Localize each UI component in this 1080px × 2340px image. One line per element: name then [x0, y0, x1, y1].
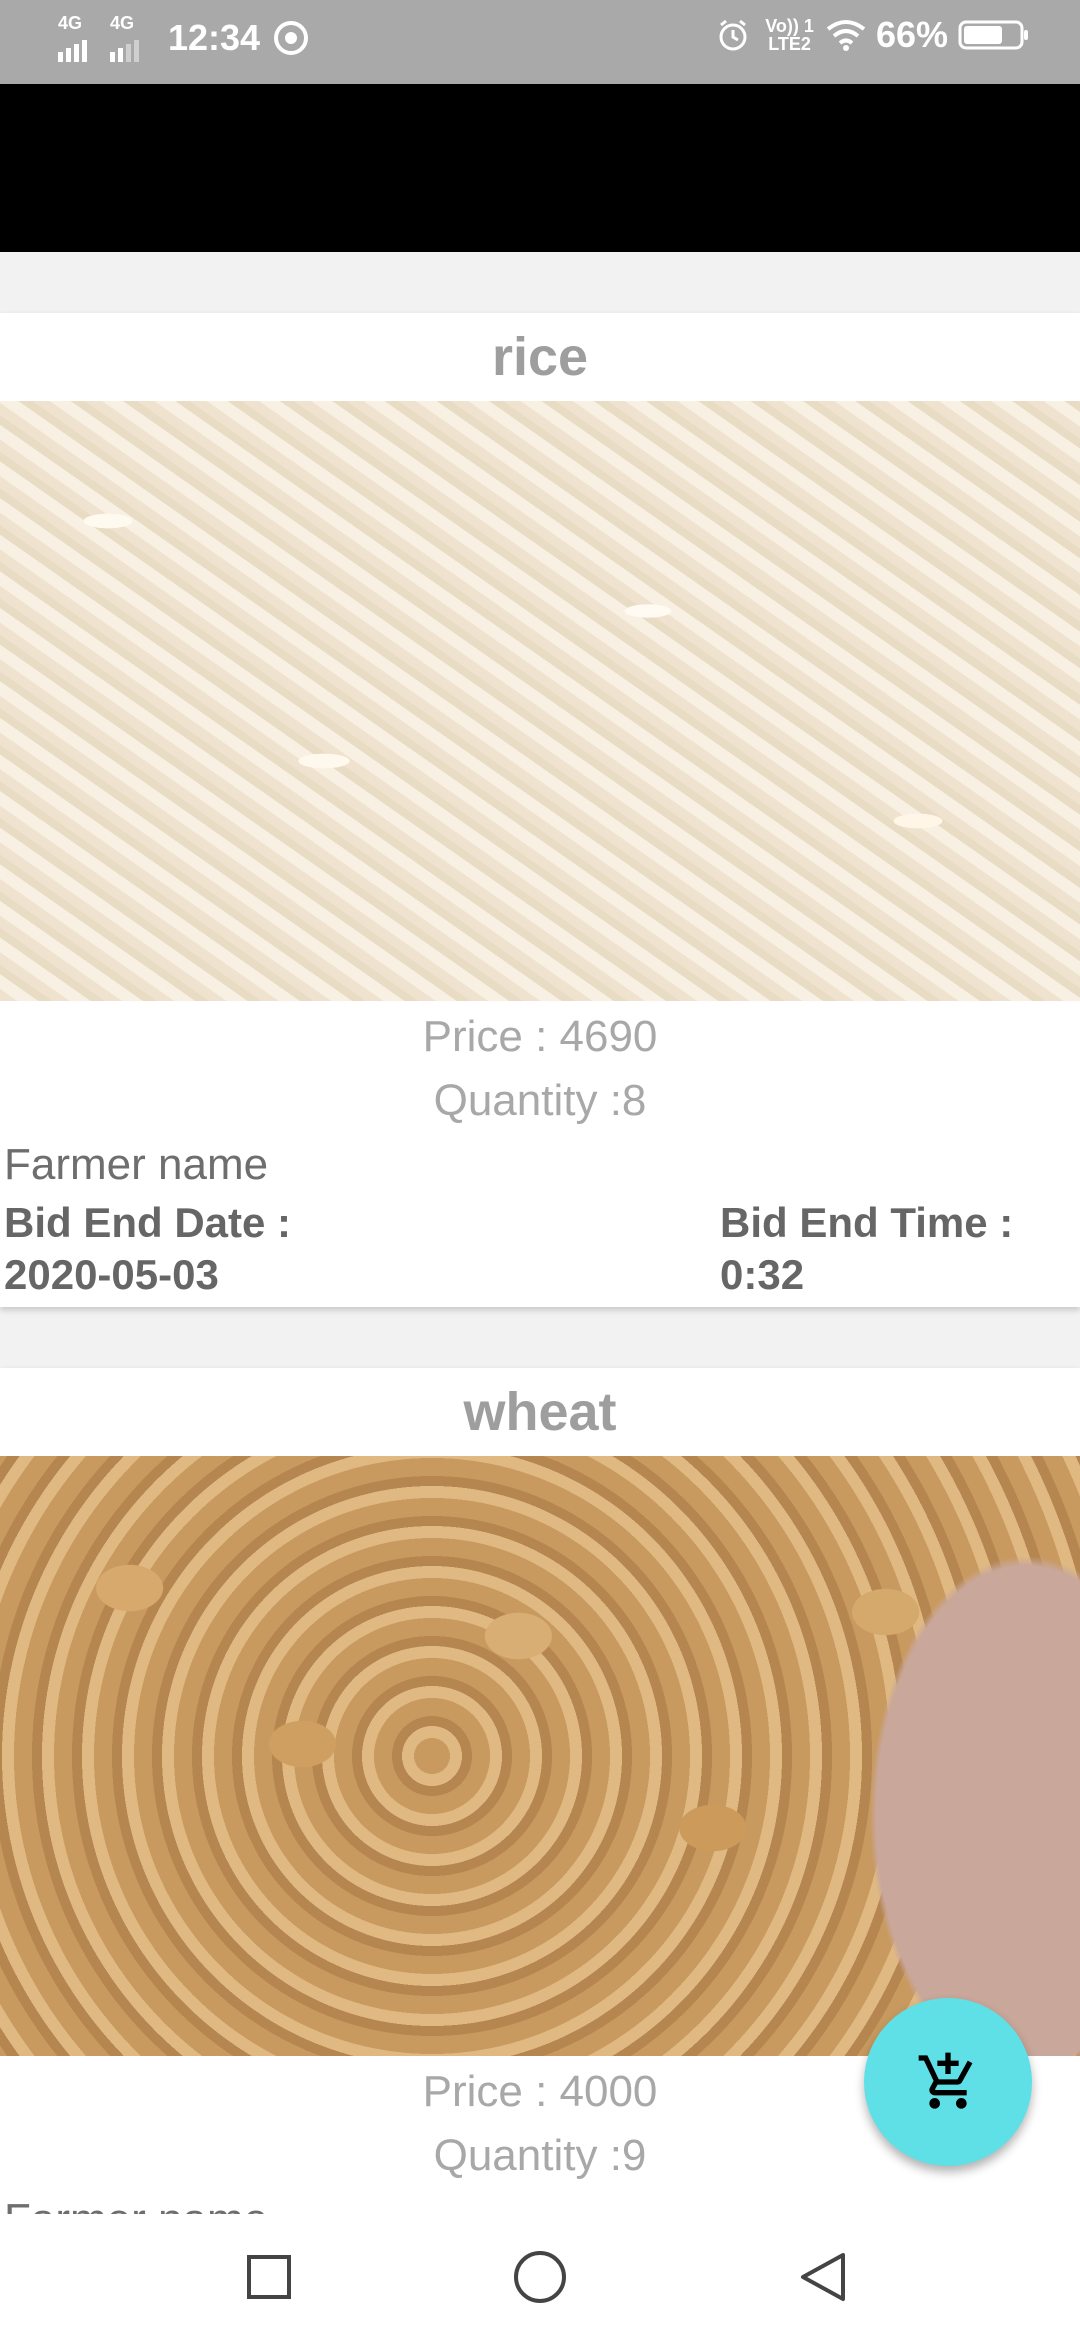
volte-indicator: Vo)) 1 LTE2	[765, 17, 814, 53]
bid-end-time: Bid End Time : 0:32	[720, 1197, 1013, 1301]
add-shopping-cart-icon	[918, 2052, 973, 2109]
signal-2-group: 4G	[110, 14, 156, 62]
back-button[interactable]	[790, 2244, 856, 2310]
bid-end-time-value: 0:32	[720, 1251, 805, 1298]
bid-end-date-value: 2020-05-03	[4, 1251, 219, 1298]
app-screen: 4G 4G 12:34 Vo)) 1 LTE2 66% rice Price:…	[0, 0, 1080, 2340]
circle-icon	[514, 2251, 566, 2303]
farmer-name: Farmer name	[4, 1140, 269, 1189]
alarm-icon	[719, 19, 747, 51]
product-price: Price : 4690	[422, 1012, 658, 1061]
home-button[interactable]	[507, 2244, 573, 2310]
product-name: rice	[491, 327, 589, 387]
lte2-label: LTE2	[768, 34, 811, 54]
product-card[interactable]: rice Price : 4690 Quantity :8 Farmer nam…	[0, 313, 1080, 1307]
triangle-back-icon	[801, 2253, 845, 2301]
product-info: Price : 4690 Quantity :8 Farmer name Bid…	[0, 1005, 1080, 1305]
network-type-2: 4G	[110, 13, 135, 33]
cart-fab-button[interactable]	[864, 1998, 1032, 2166]
square-icon	[247, 2255, 291, 2299]
signal-2-icon	[110, 32, 142, 62]
product-name: wheat	[463, 1382, 617, 1442]
bid-end-date: Bid End Date : 2020-05-03	[4, 1197, 291, 1301]
bid-end-time-label: Bid End Time :	[720, 1199, 1014, 1246]
chrome-icon	[274, 21, 309, 55]
system-nav-bar	[0, 2214, 1080, 2340]
recents-button[interactable]	[236, 2244, 302, 2310]
bid-info-row: Bid End Date : 2020-05-03 Bid End Time :…	[0, 1197, 1080, 1305]
status-time: 12:34	[168, 17, 261, 58]
network-type-1: 4G	[58, 13, 83, 33]
battery-percent: 66%	[875, 14, 948, 55]
status-bar: 4G 4G 12:34 Vo)) 1 LTE2 66%	[0, 0, 1080, 84]
signal-1-group: 4G	[58, 14, 104, 62]
product-image	[0, 401, 1080, 1001]
product-image	[0, 1456, 1080, 2056]
wifi-icon	[826, 20, 866, 51]
volte-label: Vo)) 1	[765, 16, 814, 36]
signal-1-icon	[58, 32, 90, 62]
battery-icon	[958, 20, 1028, 50]
app-header-band	[0, 84, 1080, 252]
bid-end-date-label: Bid End Date :	[4, 1199, 292, 1246]
product-quantity: Quantity :8	[433, 1076, 647, 1125]
